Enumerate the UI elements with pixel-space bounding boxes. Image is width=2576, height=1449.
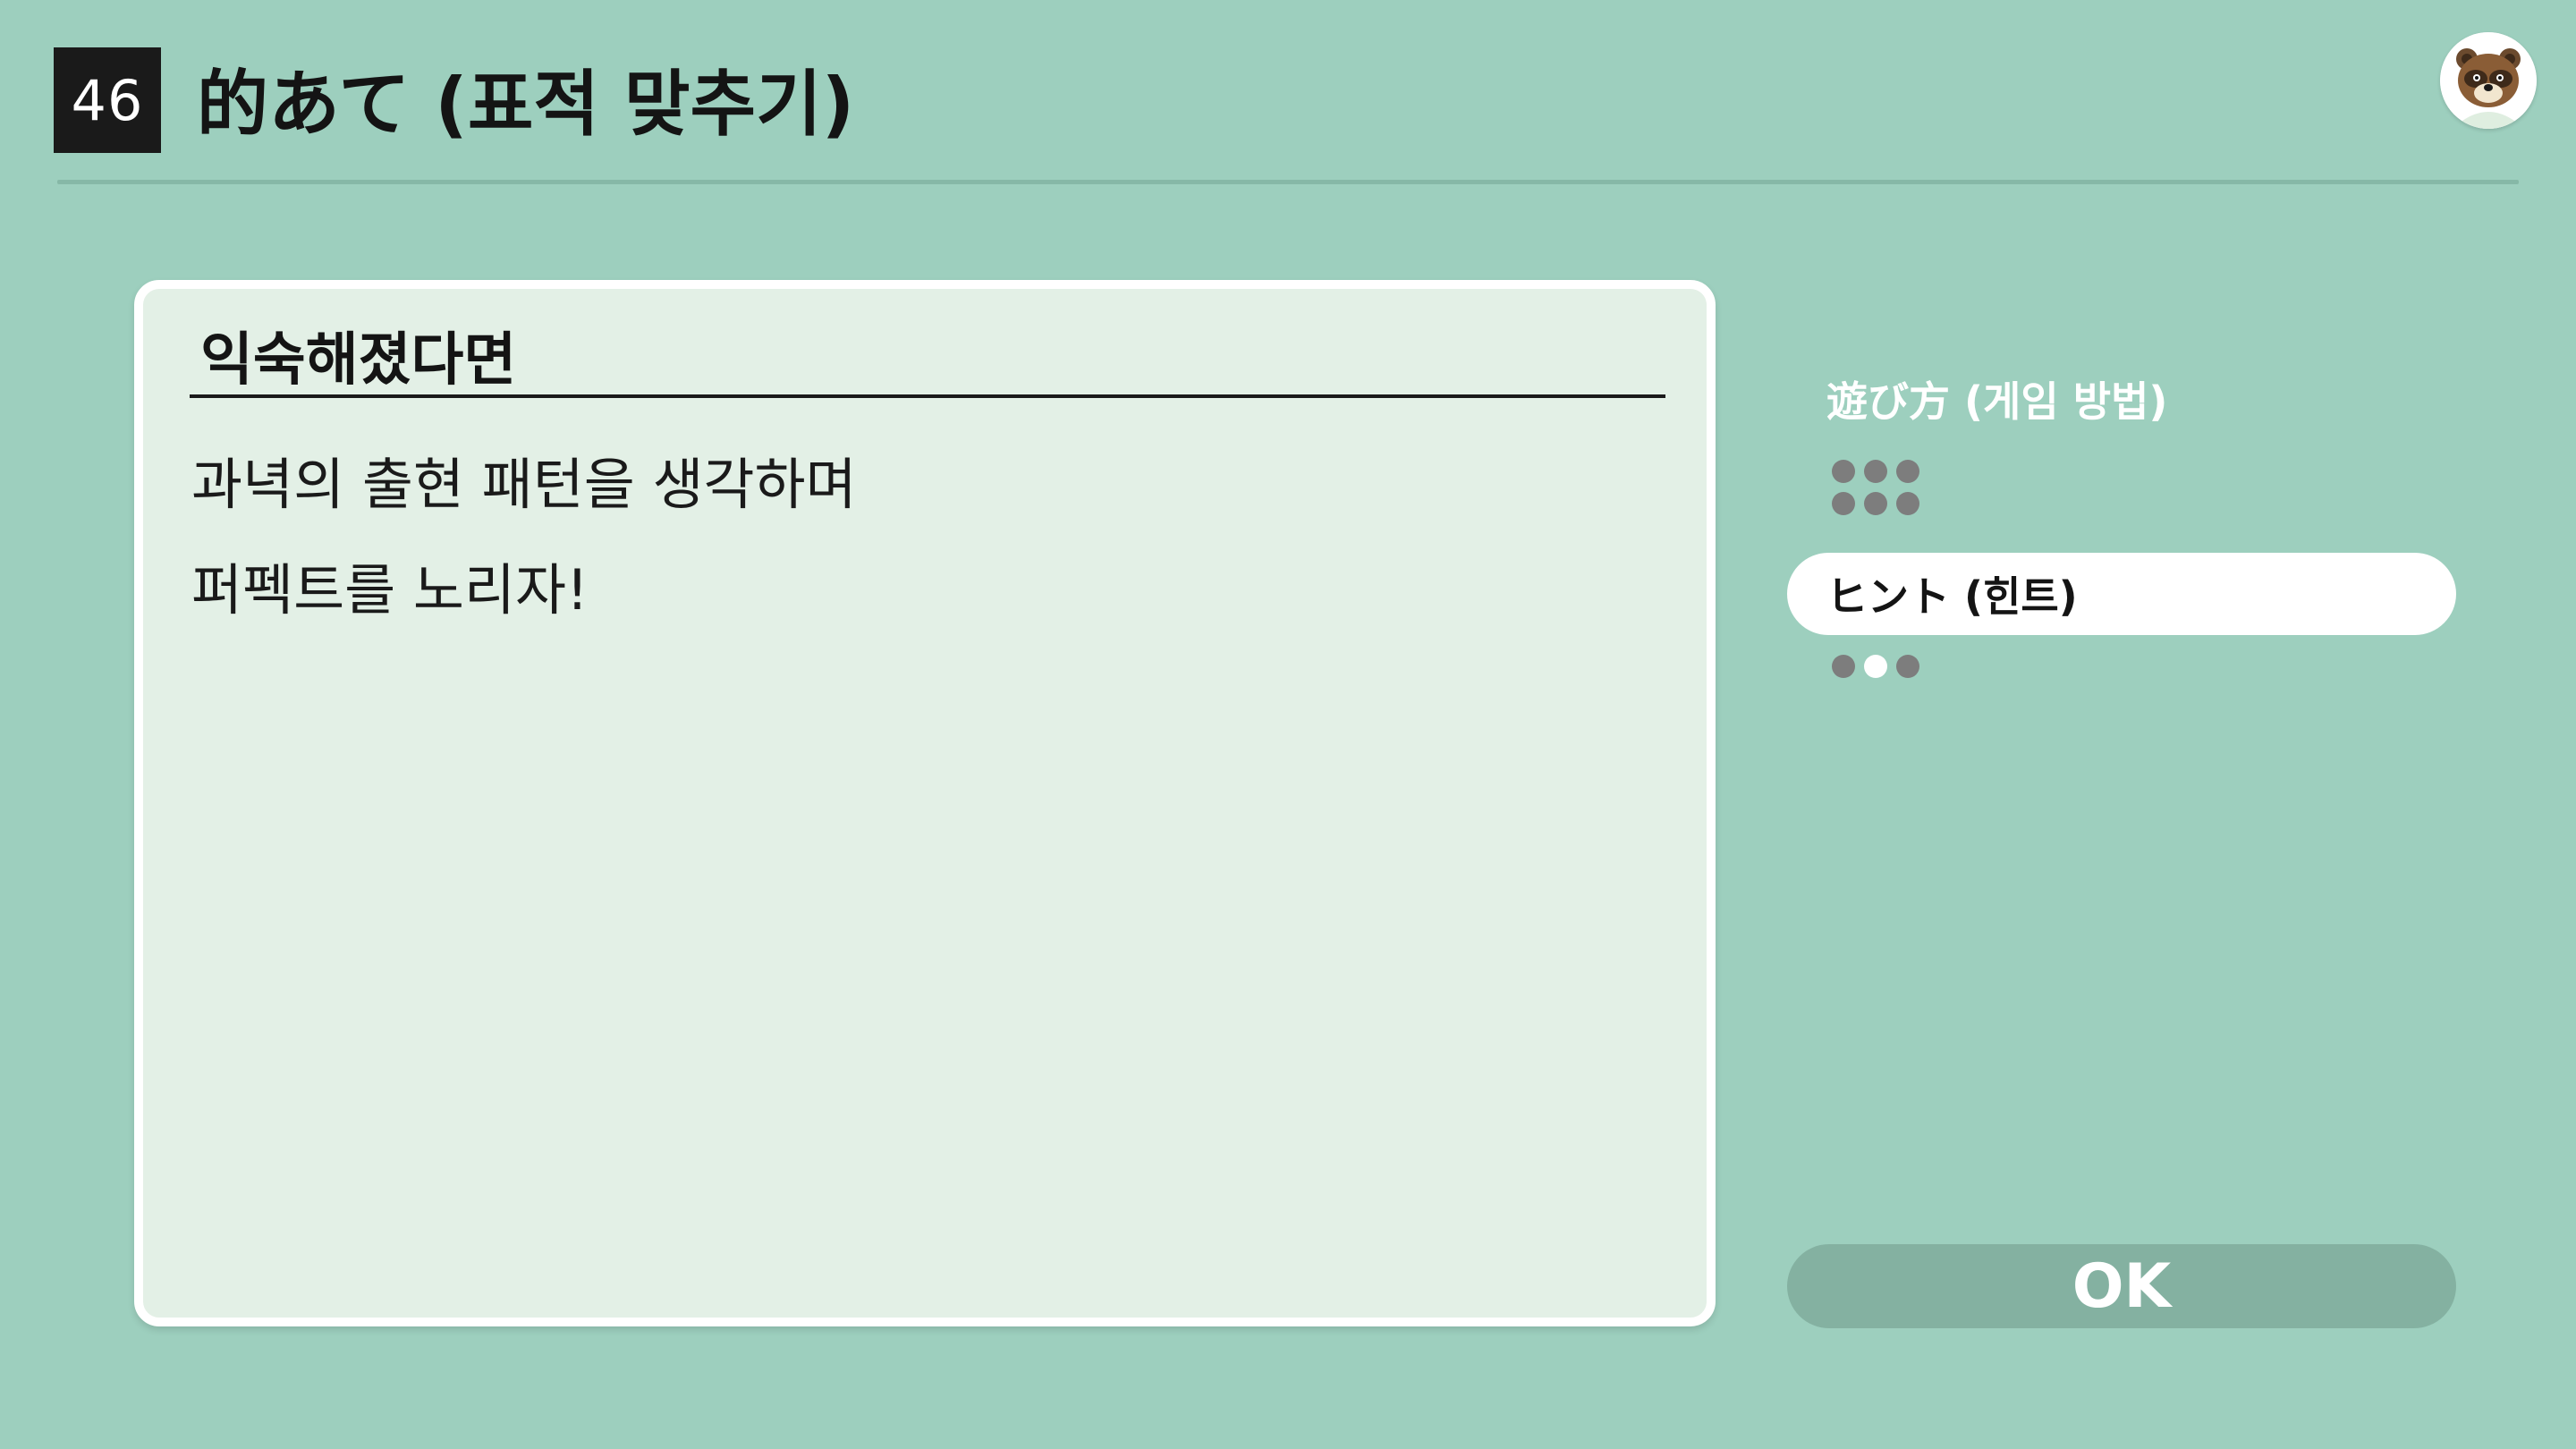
panel-body: 과녁의 출현 패턴을 생각하며 퍼펙트를 노리자! bbox=[191, 432, 857, 643]
page-dot bbox=[1864, 460, 1887, 483]
hint-panel: 익숙해졌다면 과녁의 출현 패턴을 생각하며 퍼펙트를 노리자! bbox=[134, 280, 1716, 1326]
tom-nook-avatar-icon bbox=[2440, 32, 2537, 129]
panel-line: 퍼펙트를 노리자! bbox=[191, 557, 589, 623]
page-dot bbox=[1832, 655, 1855, 678]
game-title: 的あて (표적 맞추기) bbox=[197, 63, 855, 146]
game-number-badge: 46 bbox=[54, 47, 161, 153]
page-dot bbox=[1864, 492, 1887, 515]
page-dot bbox=[1896, 492, 1919, 515]
menu-item-label: ヒント (힌트) bbox=[1826, 572, 2078, 621]
user-avatar-icon[interactable] bbox=[2440, 32, 2537, 129]
header-bar: 46 的あて (표적 맞추기) bbox=[0, 0, 2576, 188]
ok-button[interactable]: OK bbox=[1787, 1244, 2456, 1328]
menu-item-hint[interactable]: ヒント (힌트) bbox=[1787, 553, 2456, 635]
page-dot bbox=[1832, 460, 1855, 483]
page-dot bbox=[1896, 655, 1919, 678]
menu-item-label: 遊び方 (게임 방법) bbox=[1826, 377, 2168, 426]
panel-heading: 익숙해졌다면 bbox=[200, 327, 517, 394]
menu-item-how-to-play[interactable]: 遊び方 (게임 방법) bbox=[1787, 358, 2456, 440]
heading-underline bbox=[190, 394, 1665, 398]
page-dot-current bbox=[1864, 655, 1887, 678]
header-divider bbox=[57, 180, 2519, 184]
page-dot bbox=[1896, 460, 1919, 483]
panel-line: 과녁의 출현 패턴을 생각하며 bbox=[191, 452, 857, 517]
page-dot bbox=[1832, 492, 1855, 515]
